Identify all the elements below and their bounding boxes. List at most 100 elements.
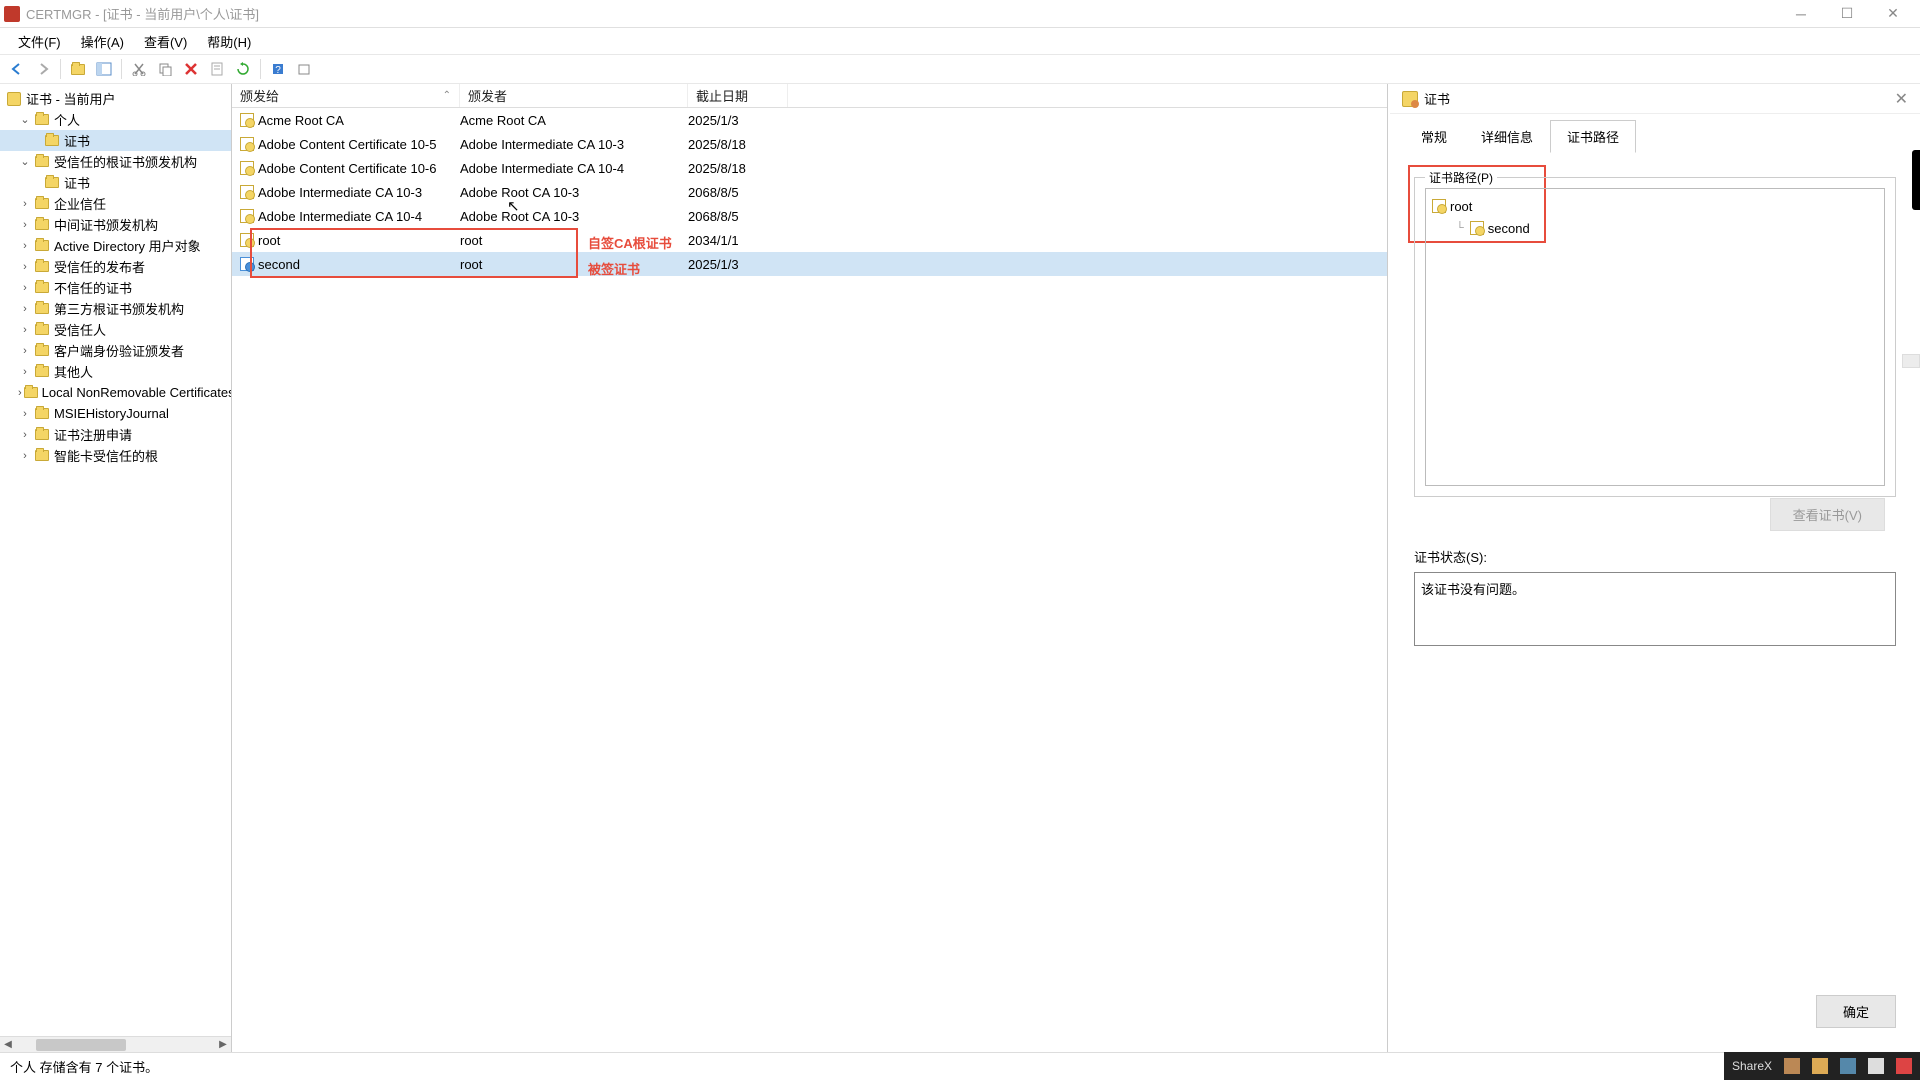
ok-button[interactable]: 确定: [1816, 995, 1896, 1028]
tray-icon-1[interactable]: [1784, 1058, 1800, 1074]
expand-icon[interactable]: ›: [18, 387, 22, 399]
folder-icon: [45, 135, 59, 146]
expand-icon[interactable]: ›: [18, 429, 32, 441]
maximize-button[interactable]: ☐: [1824, 2, 1870, 26]
edge-panel-tab[interactable]: [1912, 150, 1920, 210]
tray-icon-2[interactable]: [1812, 1058, 1828, 1074]
cert-path-group: 证书路径(P) root └ second 查看证书(V): [1414, 177, 1896, 497]
tree-node-other-people[interactable]: ›其他人: [0, 361, 231, 382]
refresh-button[interactable]: [232, 58, 254, 80]
tree-node-intermediate-ca[interactable]: ›中间证书颁发机构: [0, 214, 231, 235]
tree-node-trusted-people[interactable]: ›受信任人: [0, 319, 231, 340]
properties-button[interactable]: [206, 58, 228, 80]
view-certificate-button[interactable]: 查看证书(V): [1770, 498, 1885, 531]
expand-icon[interactable]: ›: [18, 345, 32, 357]
scrollbar-stub[interactable]: [1902, 354, 1920, 368]
folder-icon: [35, 261, 49, 272]
collapse-icon[interactable]: ⌄: [18, 155, 32, 168]
tree-node-smartcard-trusted-roots[interactable]: ›智能卡受信任的根: [0, 445, 231, 466]
forward-button[interactable]: [32, 58, 54, 80]
column-issued-by[interactable]: 颁发者: [460, 84, 688, 107]
table-row[interactable]: rootroot2034/1/1: [232, 228, 1387, 252]
folder-icon: [35, 429, 49, 440]
tray-icon-4[interactable]: [1868, 1058, 1884, 1074]
list-header: 颁发给⌃ 颁发者 截止日期: [232, 84, 1387, 108]
column-issued-to[interactable]: 颁发给⌃: [232, 84, 460, 107]
path-node-root[interactable]: root: [1432, 195, 1878, 217]
table-row[interactable]: Adobe Intermediate CA 10-4Adobe Root CA …: [232, 204, 1387, 228]
folder-icon: [35, 303, 49, 314]
tree-node-personal[interactable]: ⌄ 个人: [0, 109, 231, 130]
delete-button[interactable]: [180, 58, 202, 80]
cert-store-icon: [7, 92, 21, 106]
collapse-icon[interactable]: ⌄: [18, 113, 32, 126]
tree-node-untrusted-certs[interactable]: ›不信任的证书: [0, 277, 231, 298]
certificate-icon: [240, 257, 254, 271]
back-button[interactable]: [6, 58, 28, 80]
expand-icon[interactable]: ›: [18, 198, 32, 210]
tab-general[interactable]: 常规: [1404, 120, 1464, 153]
table-row[interactable]: Adobe Content Certificate 10-5Adobe Inte…: [232, 132, 1387, 156]
dialog-close-button[interactable]: ✕: [1895, 89, 1908, 109]
tree-node-trusted-publishers[interactable]: ›受信任的发布者: [0, 256, 231, 277]
horizontal-scrollbar[interactable]: ◀ ▶: [0, 1036, 231, 1052]
folder-icon: [35, 114, 49, 125]
folder-icon: [35, 198, 49, 209]
tree-node-cert-enrollment[interactable]: ›证书注册申请: [0, 424, 231, 445]
menu-view[interactable]: 查看(V): [134, 29, 197, 54]
expand-icon[interactable]: ›: [18, 282, 32, 294]
tray-app-sharex[interactable]: ShareX: [1732, 1059, 1772, 1073]
expand-icon[interactable]: ›: [18, 408, 32, 420]
certificate-icon: [1470, 221, 1484, 235]
tab-cert-path[interactable]: 证书路径: [1550, 120, 1636, 153]
expand-icon[interactable]: ›: [18, 450, 32, 462]
tree-node-client-auth-issuers[interactable]: ›客户端身份验证颁发者: [0, 340, 231, 361]
menu-help[interactable]: 帮助(H): [197, 29, 261, 54]
path-node-second[interactable]: └ second: [1432, 217, 1878, 239]
cert-path-tree[interactable]: root └ second: [1425, 188, 1885, 486]
table-row[interactable]: Adobe Intermediate CA 10-3Adobe Root CA …: [232, 180, 1387, 204]
expand-icon[interactable]: ›: [18, 303, 32, 315]
cert-status-box: 该证书没有问题。: [1414, 572, 1896, 646]
minimize-button[interactable]: ─: [1778, 2, 1824, 26]
tree-node-enterprise-trust[interactable]: ›企业信任: [0, 193, 231, 214]
certificate-icon: [240, 137, 254, 151]
expand-icon[interactable]: ›: [18, 366, 32, 378]
folder-icon: [35, 219, 49, 230]
tree-node-trusted-root-certs[interactable]: 证书: [0, 172, 231, 193]
expand-icon[interactable]: ›: [18, 219, 32, 231]
tree-node-local-nonremovable[interactable]: ›Local NonRemovable Certificates: [0, 382, 231, 403]
help-button[interactable]: ?: [267, 58, 289, 80]
show-hide-tree-button[interactable]: [93, 58, 115, 80]
tab-details[interactable]: 详细信息: [1464, 120, 1550, 153]
certificate-list-pane: 颁发给⌃ 颁发者 截止日期 Acme Root CAAcme Root CA20…: [232, 84, 1388, 1052]
tree-node-third-party-root-ca[interactable]: ›第三方根证书颁发机构: [0, 298, 231, 319]
menu-file[interactable]: 文件(F): [8, 29, 71, 54]
tree-node-ad-user-object[interactable]: ›Active Directory 用户对象: [0, 235, 231, 256]
table-row[interactable]: secondroot2025/1/3: [232, 252, 1387, 276]
tray-icon-3[interactable]: [1840, 1058, 1856, 1074]
expand-icon[interactable]: ›: [18, 240, 32, 252]
certificate-icon: [1432, 199, 1446, 213]
tree-node-trusted-root-ca[interactable]: ⌄ 受信任的根证书颁发机构: [0, 151, 231, 172]
folder-icon: [35, 240, 49, 251]
table-row[interactable]: Adobe Content Certificate 10-6Adobe Inte…: [232, 156, 1387, 180]
cert-status-label: 证书状态(S):: [1414, 547, 1896, 566]
up-button[interactable]: [67, 58, 89, 80]
close-button[interactable]: ✕: [1870, 2, 1916, 26]
copy-button[interactable]: [154, 58, 176, 80]
column-expiry[interactable]: 截止日期: [688, 84, 788, 107]
expand-icon[interactable]: ›: [18, 324, 32, 336]
tree-node-personal-certs[interactable]: 证书: [0, 130, 231, 151]
certificate-icon: [240, 233, 254, 247]
window-title: CERTMGR - [证书 - 当前用户\个人\证书]: [26, 4, 259, 23]
tray-icon-5[interactable]: [1896, 1058, 1912, 1074]
menu-action[interactable]: 操作(A): [71, 29, 134, 54]
expand-icon[interactable]: ›: [18, 261, 32, 273]
cut-button[interactable]: [128, 58, 150, 80]
folder-icon: [35, 366, 49, 377]
table-row[interactable]: Acme Root CAAcme Root CA2025/1/3: [232, 108, 1387, 132]
tree-node-msie-history[interactable]: ›MSIEHistoryJournal: [0, 403, 231, 424]
tree-root[interactable]: 证书 - 当前用户: [0, 88, 231, 109]
export-list-button[interactable]: [293, 58, 315, 80]
